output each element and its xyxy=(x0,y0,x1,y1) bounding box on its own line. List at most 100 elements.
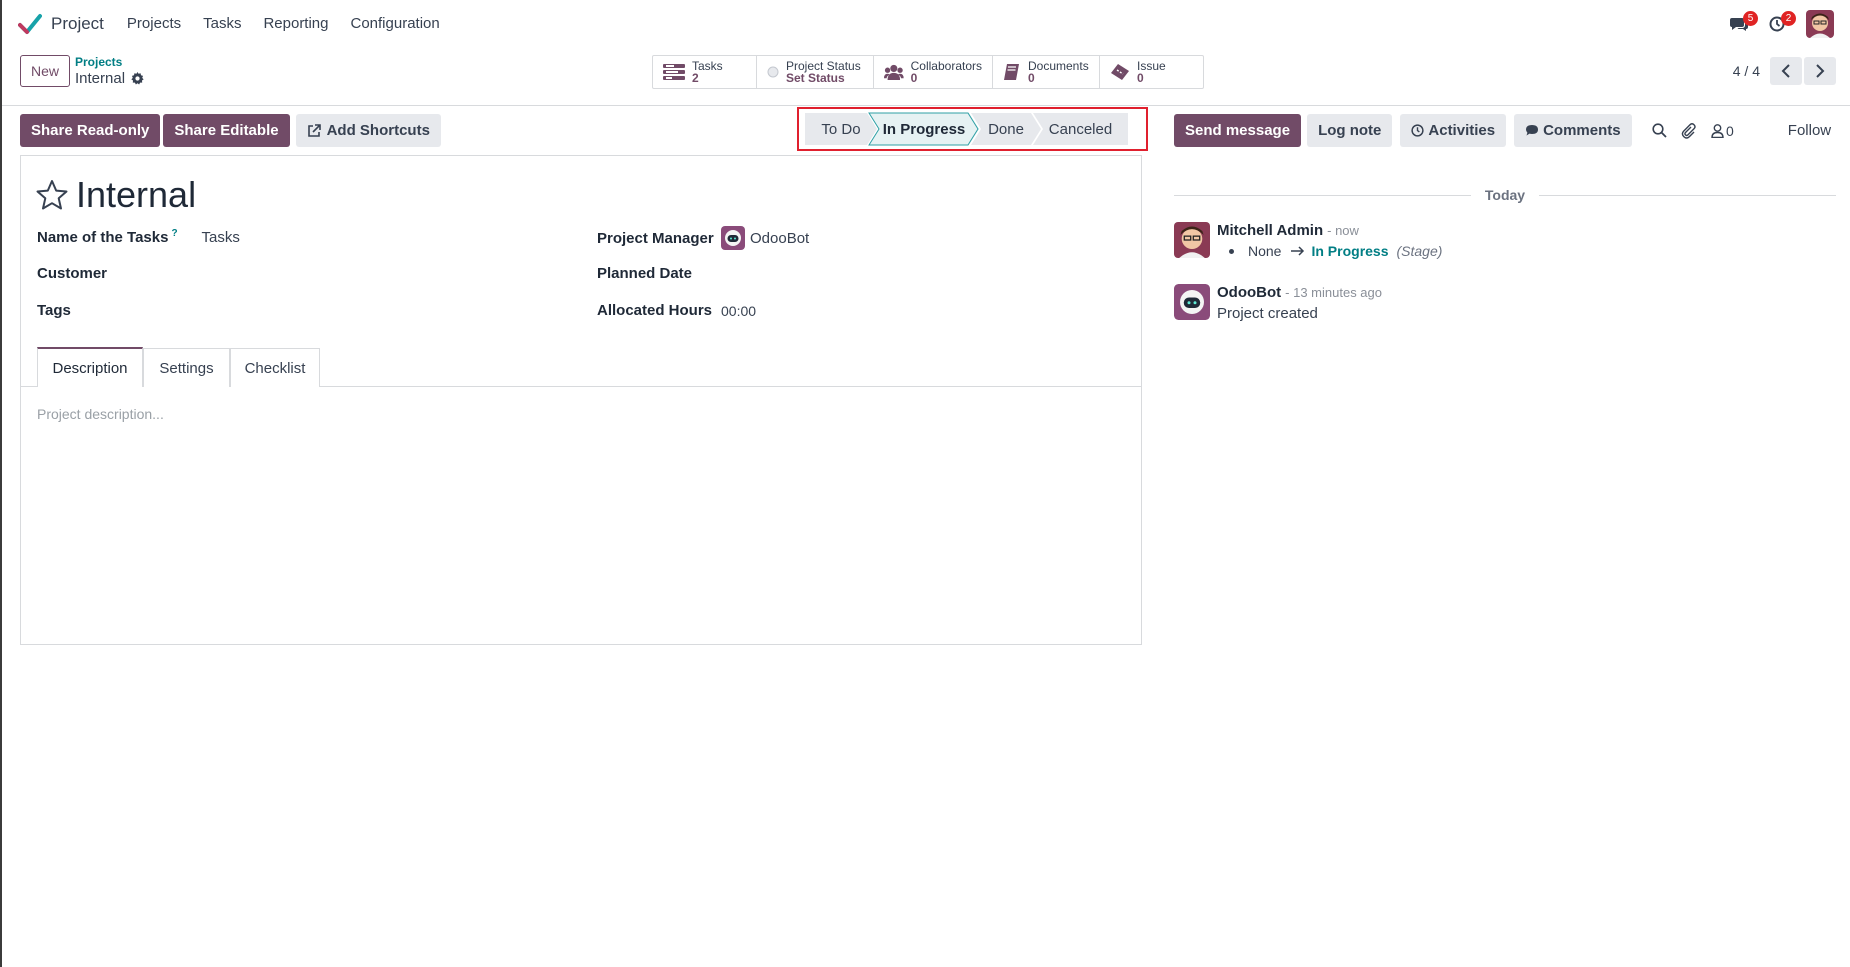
collaborators-smart-value: 0 xyxy=(910,71,918,85)
project-status-smart-button[interactable]: Project Status Set Status xyxy=(757,56,874,88)
chevron-left-icon xyxy=(1781,64,1790,78)
allocated-hours-value[interactable]: 00:00 xyxy=(721,303,756,319)
user-avatar-icon xyxy=(1806,9,1834,38)
systray: 5 2 xyxy=(1716,0,1834,47)
message-author[interactable]: OdooBot xyxy=(1217,284,1281,301)
add-shortcuts-button[interactable]: Add Shortcuts xyxy=(295,114,441,147)
menu-configuration[interactable]: Configuration xyxy=(340,15,451,32)
clock-icon xyxy=(1411,124,1425,137)
help-tooltip-icon[interactable]: ? xyxy=(171,228,177,239)
allocated-hours-field: Allocated Hours 00:00 xyxy=(597,302,756,319)
message-time: - now xyxy=(1327,223,1359,238)
top-navbar: Project Projects Tasks Reporting Configu… xyxy=(2,0,1850,47)
tracking-new-value: In Progress xyxy=(1311,243,1389,259)
project-manager-field: Project Manager OdooBot xyxy=(597,226,809,250)
planned-date-label: Planned Date xyxy=(597,265,693,282)
record-title[interactable]: Internal xyxy=(76,174,196,216)
message-body: Project created xyxy=(1217,305,1318,322)
tab-settings[interactable]: Settings xyxy=(143,348,230,387)
book-icon xyxy=(1004,64,1019,80)
tasks-name-field: Name of the Tasks? Tasks xyxy=(37,228,240,246)
documents-smart-label: Documents xyxy=(1028,59,1089,73)
chatter-message: Mitchell Admin - now None In Progress (S… xyxy=(1174,222,1442,259)
comments-button[interactable]: Comments xyxy=(1514,114,1632,147)
activities-button[interactable]: Activities xyxy=(1400,114,1507,147)
project-manager-value[interactable]: OdooBot xyxy=(750,230,809,247)
chatter-topbar-right: 0 Follow xyxy=(1652,114,1831,147)
search-messages-button[interactable] xyxy=(1652,123,1667,138)
customer-label: Customer xyxy=(37,265,108,282)
app-brand[interactable]: Project xyxy=(18,12,104,36)
activities-label: Activities xyxy=(1428,122,1496,139)
stage-to-do[interactable]: To Do xyxy=(805,113,877,145)
share-read-only-button[interactable]: Share Read-only xyxy=(20,114,161,147)
paperclip-icon xyxy=(1681,122,1696,139)
mitchell-admin-avatar-icon xyxy=(1174,222,1210,258)
star-icon[interactable] xyxy=(36,179,68,211)
app-name: Project xyxy=(51,13,104,33)
pager-next-button[interactable] xyxy=(1804,57,1836,85)
description-editor[interactable]: Project description... xyxy=(37,406,164,422)
tasks-name-value[interactable]: Tasks xyxy=(202,229,240,246)
pager-value[interactable]: 4 / 4 xyxy=(1733,63,1760,79)
chatter-actions: Send message Log note Activities Comment… xyxy=(1174,114,1632,147)
ticket-icon xyxy=(1111,64,1129,80)
messages-badge: 5 xyxy=(1743,10,1758,26)
stage-canceled[interactable]: Canceled xyxy=(1033,113,1128,145)
breadcrumb: Projects Internal xyxy=(75,55,144,87)
tracking-field-name: (Stage) xyxy=(1396,243,1443,259)
new-button[interactable]: New xyxy=(20,55,70,87)
message-author[interactable]: Mitchell Admin xyxy=(1217,222,1323,239)
gear-icon[interactable] xyxy=(131,72,144,85)
followers-button[interactable]: 0 xyxy=(1711,123,1734,139)
tasks-smart-button[interactable]: Tasks 2 xyxy=(653,56,757,88)
tasks-smart-value: 2 xyxy=(692,71,699,85)
tracking-value: None In Progress (Stage) xyxy=(1229,243,1442,259)
comment-icon xyxy=(1526,125,1539,136)
planned-date-field[interactable]: Planned Date xyxy=(597,265,692,282)
log-note-button[interactable]: Log note xyxy=(1307,114,1393,147)
chevron-right-icon xyxy=(1816,64,1825,78)
tags-label: Tags xyxy=(37,302,71,319)
form-sheet: Internal Name of the Tasks? Tasks Custom… xyxy=(20,155,1142,645)
collaborators-smart-label: Collaborators xyxy=(910,59,982,73)
activities-systray[interactable]: 2 xyxy=(1762,9,1796,39)
follow-button[interactable]: Follow xyxy=(1788,122,1831,139)
issue-smart-button[interactable]: Issue 0 xyxy=(1100,56,1203,88)
user-avatar[interactable] xyxy=(1806,9,1834,38)
pager: 4 / 4 xyxy=(1733,55,1836,87)
stage-done[interactable]: Done xyxy=(971,113,1041,145)
user-icon xyxy=(1711,123,1724,138)
odoobot-avatar-icon xyxy=(721,226,745,250)
date-divider: Today xyxy=(1174,186,1837,204)
menu-reporting[interactable]: Reporting xyxy=(252,15,339,32)
documents-smart-value: 0 xyxy=(1028,71,1035,85)
messages-systray[interactable]: 5 xyxy=(1724,9,1758,39)
activities-badge: 2 xyxy=(1781,10,1796,26)
tab-checklist[interactable]: Checklist xyxy=(230,348,320,387)
tab-description[interactable]: Description xyxy=(37,347,143,387)
attachments-button[interactable] xyxy=(1681,122,1697,139)
title-row: Internal xyxy=(36,174,196,216)
add-shortcuts-label: Add Shortcuts xyxy=(326,122,430,139)
collaborators-smart-button[interactable]: Collaborators 0 xyxy=(874,56,993,88)
tags-field[interactable]: Tags xyxy=(37,302,71,319)
menu-projects[interactable]: Projects xyxy=(116,15,192,32)
menu-tasks[interactable]: Tasks xyxy=(192,15,252,32)
comments-label: Comments xyxy=(1543,122,1621,139)
bullet-icon xyxy=(1229,248,1234,254)
share-editable-button[interactable]: Share Editable xyxy=(163,114,290,147)
pager-previous-button[interactable] xyxy=(1770,57,1802,85)
odoobot-avatar-icon xyxy=(1174,284,1210,320)
send-message-button[interactable]: Send message xyxy=(1174,114,1302,147)
customer-field[interactable]: Customer xyxy=(37,265,107,282)
author-avatar[interactable] xyxy=(1174,222,1210,258)
active-stage-outline xyxy=(868,112,979,146)
search-icon xyxy=(1652,123,1667,138)
users-icon xyxy=(884,64,904,81)
followers-count: 0 xyxy=(1726,122,1734,139)
documents-smart-button[interactable]: Documents 0 xyxy=(993,56,1100,88)
author-avatar[interactable] xyxy=(1174,284,1210,320)
breadcrumb-projects-link[interactable]: Projects xyxy=(75,55,144,69)
status-smart-value: Set Status xyxy=(786,71,845,85)
